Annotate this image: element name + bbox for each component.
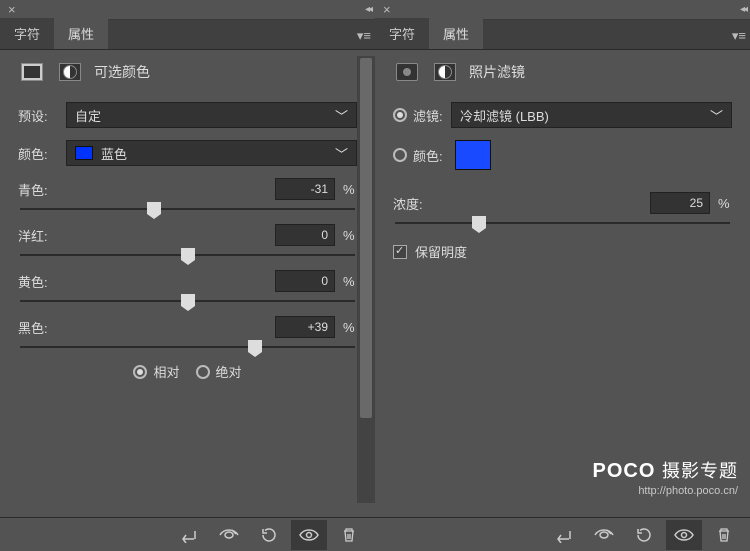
slider-track[interactable] — [395, 222, 730, 224]
slider-track[interactable] — [20, 300, 355, 302]
panel-menu-icon[interactable]: ▾≡ — [357, 28, 371, 44]
tab-bar: 字符 属性 ▾≡ — [0, 20, 375, 50]
density-input[interactable] — [650, 192, 710, 214]
tab-character[interactable]: 字符 — [0, 18, 54, 49]
panel-menu-icon[interactable]: ▾≡ — [732, 28, 746, 44]
mask-icon[interactable] — [18, 60, 46, 84]
collapse-icon[interactable]: ◂◂ — [365, 4, 371, 15]
panel-footer — [0, 517, 375, 551]
preset-label: 预设: — [18, 106, 66, 125]
view-previous-icon[interactable] — [211, 520, 247, 550]
panel-body: 预设: 自定 ﹀ 颜色: 蓝色 ﹀ 青色:%洋红:%黄色:%黑色:% 相对 绝对 — [0, 94, 375, 517]
slider-input[interactable] — [275, 178, 335, 200]
panel-photo-filter: × ◂◂ 字符 属性 ▾≡ 照片滤镜 滤镜: 冷却滤镜 (LBB) ﹀ 颜色: … — [375, 0, 750, 551]
chevron-down-icon: ﹀ — [335, 106, 348, 125]
adjustment-icon[interactable] — [56, 60, 84, 84]
radio-relative[interactable]: 相对 — [133, 362, 179, 381]
preserve-luminosity-checkbox[interactable] — [393, 245, 407, 259]
adjustment-icon[interactable] — [431, 60, 459, 84]
density-label: 浓度: — [393, 194, 443, 213]
filter-dropdown[interactable]: 冷却滤镜 (LBB) ﹀ — [451, 102, 732, 128]
method-radio-group: 相对 绝对 — [18, 362, 357, 381]
panel-footer — [375, 517, 750, 551]
percent-symbol: % — [343, 320, 357, 335]
slider-2: 黄色:% — [18, 270, 357, 302]
topbar: × ◂◂ — [0, 0, 375, 20]
slider-input[interactable] — [275, 316, 335, 338]
panel-body: 滤镜: 冷却滤镜 (LBB) ﹀ 颜色: 浓度: % 保留明度 — [375, 94, 750, 517]
adjustment-header: 可选颜色 — [0, 50, 375, 94]
close-icon[interactable]: × — [383, 2, 391, 17]
toggle-visibility-icon[interactable] — [666, 520, 702, 550]
slider-input[interactable] — [275, 224, 335, 246]
preset-dropdown[interactable]: 自定 ﹀ — [66, 102, 357, 128]
collapse-icon[interactable]: ◂◂ — [740, 4, 746, 15]
slider-input[interactable] — [275, 270, 335, 292]
topbar: × ◂◂ — [375, 0, 750, 20]
color-swatch — [75, 146, 93, 160]
mask-icon[interactable] — [393, 60, 421, 84]
chevron-down-icon: ﹀ — [335, 144, 348, 163]
tab-properties[interactable]: 属性 — [429, 18, 483, 49]
chevron-down-icon: ﹀ — [710, 106, 723, 125]
percent-symbol: % — [343, 182, 357, 197]
tab-bar: 字符 属性 ▾≡ — [375, 20, 750, 50]
slider-track[interactable] — [20, 254, 355, 256]
slider-label: 黄色: — [18, 272, 68, 291]
slider-label: 青色: — [18, 180, 68, 199]
clip-to-layer-icon[interactable] — [546, 520, 582, 550]
clip-to-layer-icon[interactable] — [171, 520, 207, 550]
slider-track[interactable] — [20, 208, 355, 210]
color-swatch-button[interactable] — [455, 140, 491, 170]
color-label: 颜色: — [18, 144, 66, 163]
tab-character[interactable]: 字符 — [375, 18, 429, 49]
radio-filter[interactable]: 滤镜: — [393, 106, 451, 125]
percent-symbol: % — [343, 274, 357, 289]
slider-track[interactable] — [20, 346, 355, 348]
radio-absolute[interactable]: 绝对 — [196, 362, 242, 381]
delete-icon[interactable] — [706, 520, 742, 550]
percent-symbol: % — [343, 228, 357, 243]
reset-icon[interactable] — [251, 520, 287, 550]
adjustment-title: 照片滤镜 — [469, 62, 525, 82]
view-previous-icon[interactable] — [586, 520, 622, 550]
tab-properties[interactable]: 属性 — [54, 18, 108, 49]
percent-symbol: % — [718, 196, 732, 211]
radio-color[interactable]: 颜色: — [393, 146, 451, 165]
slider-1: 洋红:% — [18, 224, 357, 256]
density-slider: 浓度: % — [393, 192, 732, 224]
color-dropdown[interactable]: 蓝色 ﹀ — [66, 140, 357, 166]
toggle-visibility-icon[interactable] — [291, 520, 327, 550]
delete-icon[interactable] — [331, 520, 367, 550]
reset-icon[interactable] — [626, 520, 662, 550]
slider-label: 洋红: — [18, 226, 68, 245]
slider-label: 黑色: — [18, 318, 68, 337]
close-icon[interactable]: × — [8, 2, 16, 17]
preserve-luminosity-label: 保留明度 — [415, 242, 467, 261]
vertical-scrollbar[interactable] — [357, 56, 375, 503]
panel-selective-color: × ◂◂ 字符 属性 ▾≡ 可选颜色 预设: 自定 ﹀ 颜色: 蓝色 ﹀ 青色:… — [0, 0, 375, 551]
slider-3: 黑色:% — [18, 316, 357, 348]
adjustment-header: 照片滤镜 — [375, 50, 750, 94]
adjustment-title: 可选颜色 — [94, 62, 150, 82]
slider-0: 青色:% — [18, 178, 357, 210]
